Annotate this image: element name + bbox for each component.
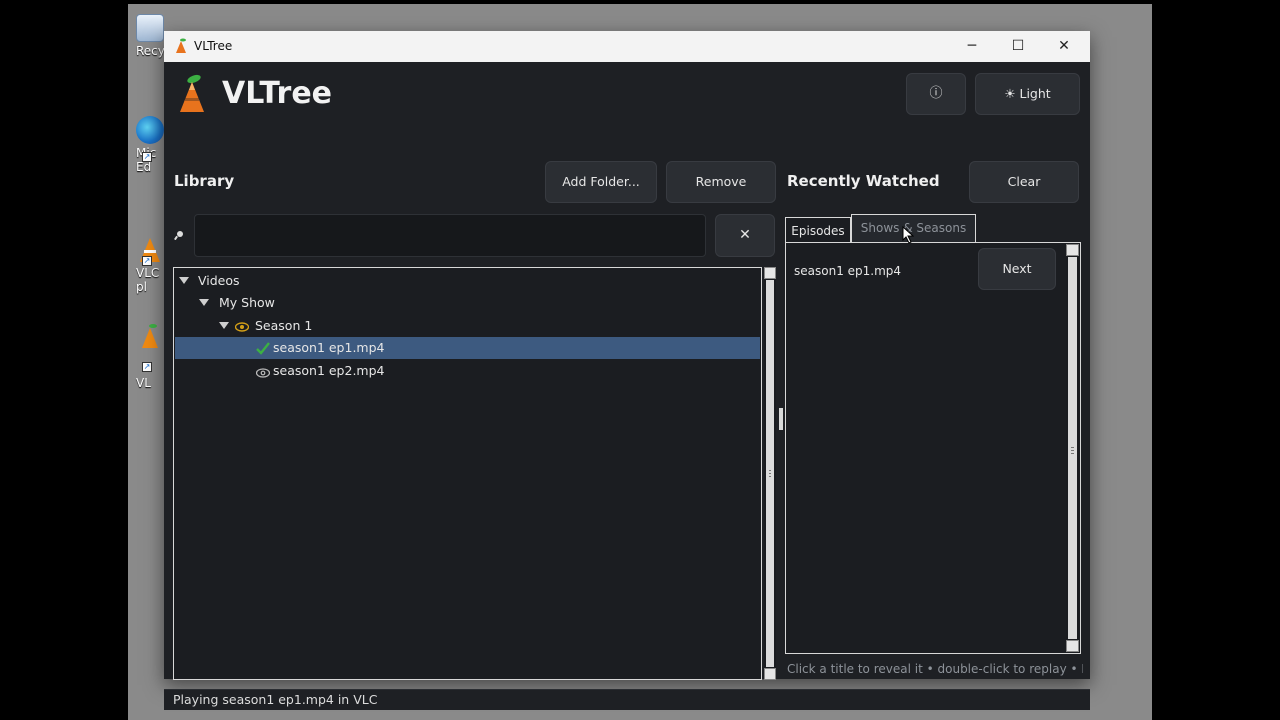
eye-outline-icon [255,366,271,381]
app-title-icon [174,38,188,57]
shortcut-arrow-icon: ↗ [142,152,152,162]
shortcut-arrow-icon: ↗ [142,256,152,266]
app-logo-icon [176,74,208,118]
scroll-grip [1071,453,1074,454]
recently-watched-title: Recently Watched [787,172,940,190]
next-episode-button[interactable]: Next [978,248,1056,290]
title-bar[interactable]: VLTree ─ ☐ ✕ [164,31,1090,62]
remove-button[interactable]: Remove [666,161,776,203]
tree-node-episode-2[interactable]: season1 ep2.mp4 [175,360,760,382]
tree-node-label: Season 1 [255,318,313,333]
search-input[interactable] [194,214,706,257]
tree-node-episode-1[interactable]: season1 ep1.mp4 [175,337,760,359]
scroll-grip [769,476,771,477]
scroll-thumb[interactable] [1068,257,1077,639]
tree-node-label: Videos [198,273,240,288]
clear-search-button[interactable]: ✕ [715,214,775,257]
tree-node-my-show[interactable]: My Show [175,292,760,314]
scroll-grip [1071,447,1074,448]
recycle-bin-icon [136,14,164,42]
scroll-down-arrow[interactable] [1066,640,1079,652]
search-icon [174,230,184,243]
edge-icon [136,116,164,144]
status-text: Playing season1 ep1.mp4 in VLC [173,692,378,707]
screen-frame: Recy ↗ Mic Ed ↗ VLC pl ↗ VL VLTree [0,0,1280,720]
scroll-up-arrow[interactable] [1066,244,1079,256]
clear-history-button[interactable]: Clear [969,161,1079,203]
app-window: VLTree ─ ☐ ✕ VLTree ⓘ ☀ Light Library Ad… [164,31,1090,710]
scroll-up-arrow[interactable] [764,267,776,279]
tree-node-label: season1 ep1.mp4 [273,340,385,355]
library-title: Library [174,172,235,190]
library-scrollbar[interactable] [764,267,776,680]
theme-toggle-button[interactable]: ☀ Light [975,73,1080,115]
scroll-grip [769,470,771,471]
add-folder-button[interactable]: Add Folder... [545,161,657,203]
scroll-down-arrow[interactable] [764,668,776,680]
library-tree[interactable]: Videos My Show Season 1 season1 ep1.mp4 … [173,267,762,680]
tree-node-videos[interactable]: Videos [175,270,760,292]
shortcut-arrow-icon: ↗ [142,362,152,372]
app-name: VLTree [222,76,333,111]
tab-episodes[interactable]: Episodes [785,217,851,243]
tree-node-label: My Show [219,295,275,310]
mouse-cursor-icon [902,225,915,248]
splitter-handle[interactable] [779,408,783,430]
recent-scrollbar[interactable] [1066,244,1079,652]
maximize-button[interactable]: ☐ [995,31,1041,62]
minimize-button[interactable]: ─ [949,31,995,62]
app-content: VLTree ⓘ ☀ Light Library Add Folder... R… [164,62,1090,710]
recently-watched-hint: Click a title to reveal it • double-clic… [787,662,1083,676]
window-title: VLTree [194,39,233,53]
expand-icon[interactable] [219,322,229,329]
recently-watched-list[interactable]: season1 ep1.mp4 Next [785,242,1081,654]
recent-item-title[interactable]: season1 ep1.mp4 [794,264,901,278]
expand-icon[interactable] [199,299,209,306]
scroll-grip [1071,450,1074,451]
vltree-shortcut-icon [136,322,164,350]
tree-node-season-1[interactable]: Season 1 [175,315,760,337]
scroll-thumb[interactable] [766,280,774,667]
eye-icon [234,320,250,335]
scroll-grip [769,473,771,474]
checkmark-icon [256,341,270,358]
tree-node-label: season1 ep2.mp4 [273,363,385,378]
info-button[interactable]: ⓘ [906,73,966,115]
expand-icon[interactable] [179,277,189,284]
close-window-button[interactable]: ✕ [1041,31,1087,62]
